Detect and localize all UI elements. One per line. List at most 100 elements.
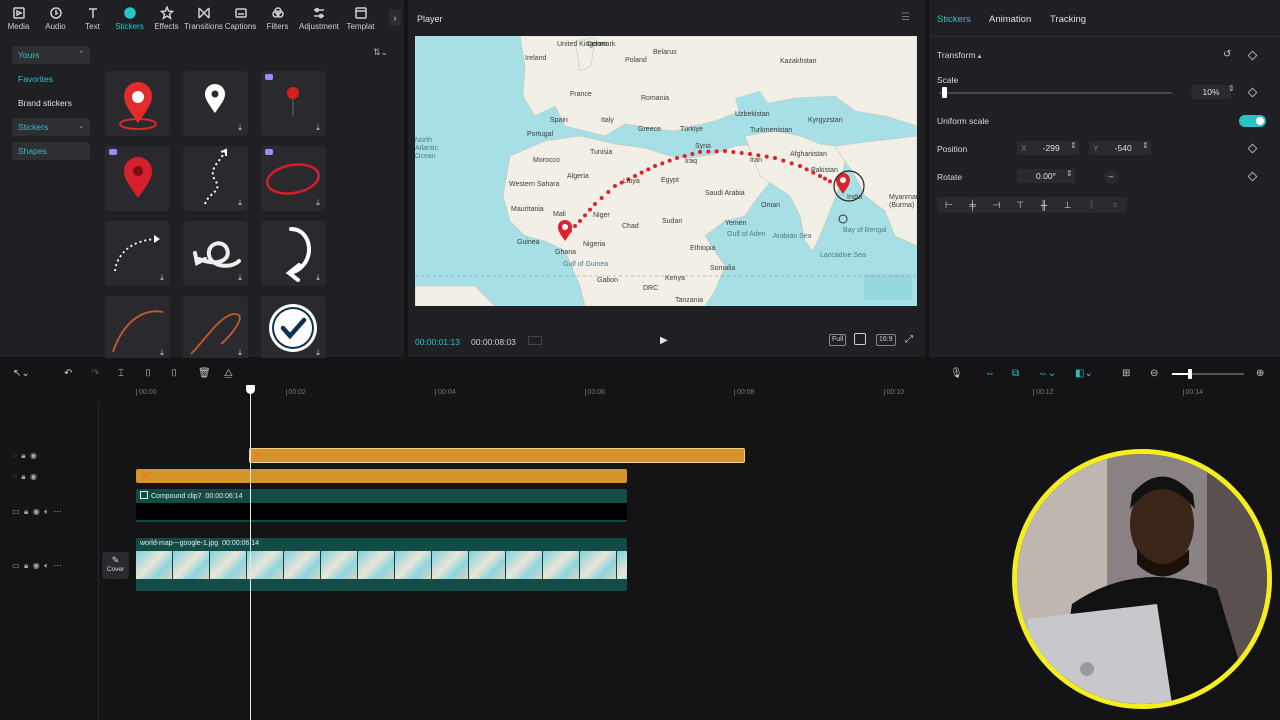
eye-icon[interactable]: ◉ <box>33 561 40 570</box>
keyframe-icon[interactable] <box>1247 87 1258 98</box>
more-icon[interactable]: ⋯ <box>53 507 61 516</box>
distribute-v-icon[interactable]: ≡ <box>1103 200 1127 210</box>
sticker-dotted-path-arrow[interactable]: ⤓ <box>183 146 248 211</box>
tab-stickers[interactable]: Stickers <box>937 14 971 25</box>
compound-clip[interactable]: Compound clip7 00:00:06:14 <box>136 489 627 522</box>
full-quality-button[interactable]: Full <box>829 334 847 346</box>
route-dot <box>731 150 736 154</box>
scale-stepper-icon[interactable]: ⇕ <box>1228 84 1235 93</box>
audio-icon[interactable]: 🔈︎ <box>44 507 49 516</box>
sticker-red-pin-large[interactable] <box>105 146 170 211</box>
align-center-h-icon[interactable]: ╪ <box>961 200 985 210</box>
playhead-handle[interactable] <box>246 385 255 394</box>
download-icon[interactable]: ⤓ <box>313 273 323 283</box>
download-icon[interactable]: ⤓ <box>157 273 167 283</box>
lock-icon[interactable]: 🔒︎ <box>24 507 28 516</box>
audio-icon[interactable]: 🔈︎ <box>44 561 49 570</box>
tool-media[interactable]: Media <box>0 0 37 36</box>
download-icon[interactable]: ⤓ <box>235 198 245 208</box>
lock-icon[interactable]: 🔒︎ <box>21 472 25 481</box>
sort-filter-icon[interactable]: ⇅⌄ <box>373 47 388 58</box>
download-icon[interactable]: ⤓ <box>313 348 323 358</box>
sticker-clip[interactable] <box>136 469 627 483</box>
y-stepper-icon[interactable]: ⇕ <box>1142 141 1149 150</box>
route-dot <box>739 151 744 155</box>
sticker-red-circle-scribble[interactable]: ⤓ <box>261 146 326 211</box>
aspect-ratio-button[interactable]: 16:9 <box>876 334 896 346</box>
map-preview[interactable]: Denmark United Kingdom Belarus Ireland Polan… <box>415 36 917 306</box>
scale-value-field[interactable]: 10% <box>1191 85 1231 99</box>
fullscreen-icon[interactable]: ⤢ <box>905 334 913 345</box>
align-bottom-icon[interactable]: ⊥ <box>1056 200 1080 211</box>
sticker-loop-arrow[interactable]: ⤓ <box>183 221 248 286</box>
transform-section-title[interactable]: Transform ▴ <box>937 50 981 60</box>
more-icon[interactable]: ⋯ <box>53 561 61 570</box>
uniform-scale-toggle[interactable] <box>1239 115 1266 127</box>
distribute-h-icon[interactable]: ⫼ <box>1080 200 1104 211</box>
lock-icon[interactable]: 🔒︎ <box>21 451 25 460</box>
align-left-icon[interactable]: ⊢ <box>937 200 961 211</box>
align-middle-v-icon[interactable]: ╫ <box>1032 200 1056 210</box>
playhead[interactable] <box>250 390 251 720</box>
menu-icon[interactable]: ☰ <box>901 12 910 23</box>
sticker-clip-selected[interactable] <box>249 448 745 463</box>
rotate-stepper-icon[interactable]: ⇕ <box>1066 169 1073 178</box>
download-icon[interactable]: ⤓ <box>235 348 245 358</box>
align-top-icon[interactable]: ⊤ <box>1008 200 1032 211</box>
sticker-dotted-curve-arrow[interactable]: ⤓ <box>105 221 170 286</box>
toolbar-scroll-right[interactable]: › <box>389 10 401 26</box>
tool-effects[interactable]: Effects <box>148 0 185 36</box>
sticker-red-location-pin[interactable] <box>105 71 170 136</box>
hide-icon[interactable]: ◌ <box>12 472 17 481</box>
lock-icon[interactable]: 🔒︎ <box>24 561 28 570</box>
category-stickers[interactable]: Stickers ⌄ <box>12 118 90 136</box>
x-stepper-icon[interactable]: ⇕ <box>1070 141 1077 150</box>
rotate-handle-icon[interactable] <box>838 214 848 224</box>
download-icon[interactable]: ⤓ <box>313 198 323 208</box>
download-icon[interactable]: ⤓ <box>313 123 323 133</box>
download-icon[interactable]: ⤓ <box>235 273 245 283</box>
snapshot-icon[interactable] <box>854 333 866 345</box>
tool-transitions[interactable]: Transitions <box>184 0 223 36</box>
category-favorites[interactable]: Favorites <box>12 70 90 88</box>
map-label: India <box>847 194 862 201</box>
tool-templates[interactable]: Templat <box>342 0 379 36</box>
tool-filters[interactable]: Filters <box>259 0 296 36</box>
category-brand-stickers[interactable]: Brand stickers <box>12 94 90 112</box>
eye-icon[interactable]: ◉ <box>30 451 37 460</box>
tab-animation[interactable]: Animation <box>989 14 1031 25</box>
tool-audio[interactable]: Audio <box>37 0 74 36</box>
play-button[interactable]: ▶ <box>660 335 668 346</box>
sticker-checkmark-badge[interactable]: ⤓ <box>261 296 326 358</box>
track-compound-controls: ▭ 🔒︎ ◉ 🔈︎ ⋯ <box>12 507 61 517</box>
image-clip[interactable]: world-map---google-1.jpg 00:00:06:14 <box>136 538 627 591</box>
timecode-options-icon[interactable] <box>528 336 542 345</box>
eye-icon[interactable]: ◉ <box>33 507 40 516</box>
category-yours[interactable]: Yours ⌃ <box>12 46 90 64</box>
reset-icon[interactable]: ↺ <box>1223 49 1231 60</box>
eye-icon[interactable]: ◉ <box>30 472 37 481</box>
category-shapes[interactable]: Shapes <box>12 142 90 160</box>
rotate-dial-icon[interactable]: – <box>1104 170 1118 184</box>
sticker-red-map-pin[interactable]: ⤓ <box>261 71 326 136</box>
scale-slider-thumb[interactable] <box>942 87 947 98</box>
keyframe-icon[interactable] <box>1247 143 1258 154</box>
tool-stickers[interactable]: Stickers <box>111 0 148 36</box>
keyframe-icon[interactable] <box>1247 50 1258 61</box>
tool-text[interactable]: Text <box>74 0 111 36</box>
hide-icon[interactable]: ◌ <box>12 451 17 460</box>
sticker-orange-loop-curve[interactable]: ⤓ <box>183 296 248 358</box>
sticker-orange-curve[interactable]: ⤓ <box>105 296 170 358</box>
sticker-white-location-pin[interactable]: ⤓ <box>183 71 248 136</box>
cover-button[interactable]: ✎ Cover <box>102 552 129 579</box>
time-ruler[interactable]: 00:00 00:02 00:04 00:06 00:08 00:10 00:12 00:14 <box>0 361 1280 401</box>
tool-adjustment[interactable]: Adjustment <box>296 0 342 36</box>
sticker-curved-return-arrow[interactable]: ⤓ <box>261 221 326 286</box>
tab-tracking[interactable]: Tracking <box>1050 14 1086 25</box>
keyframe-icon[interactable] <box>1247 171 1258 182</box>
download-icon[interactable]: ⤓ <box>157 348 167 358</box>
scale-slider-track[interactable] <box>939 92 1172 94</box>
download-icon[interactable]: ⤓ <box>235 123 245 133</box>
align-right-icon[interactable]: ⊣ <box>985 200 1009 211</box>
tool-captions[interactable]: Captions <box>222 0 259 36</box>
